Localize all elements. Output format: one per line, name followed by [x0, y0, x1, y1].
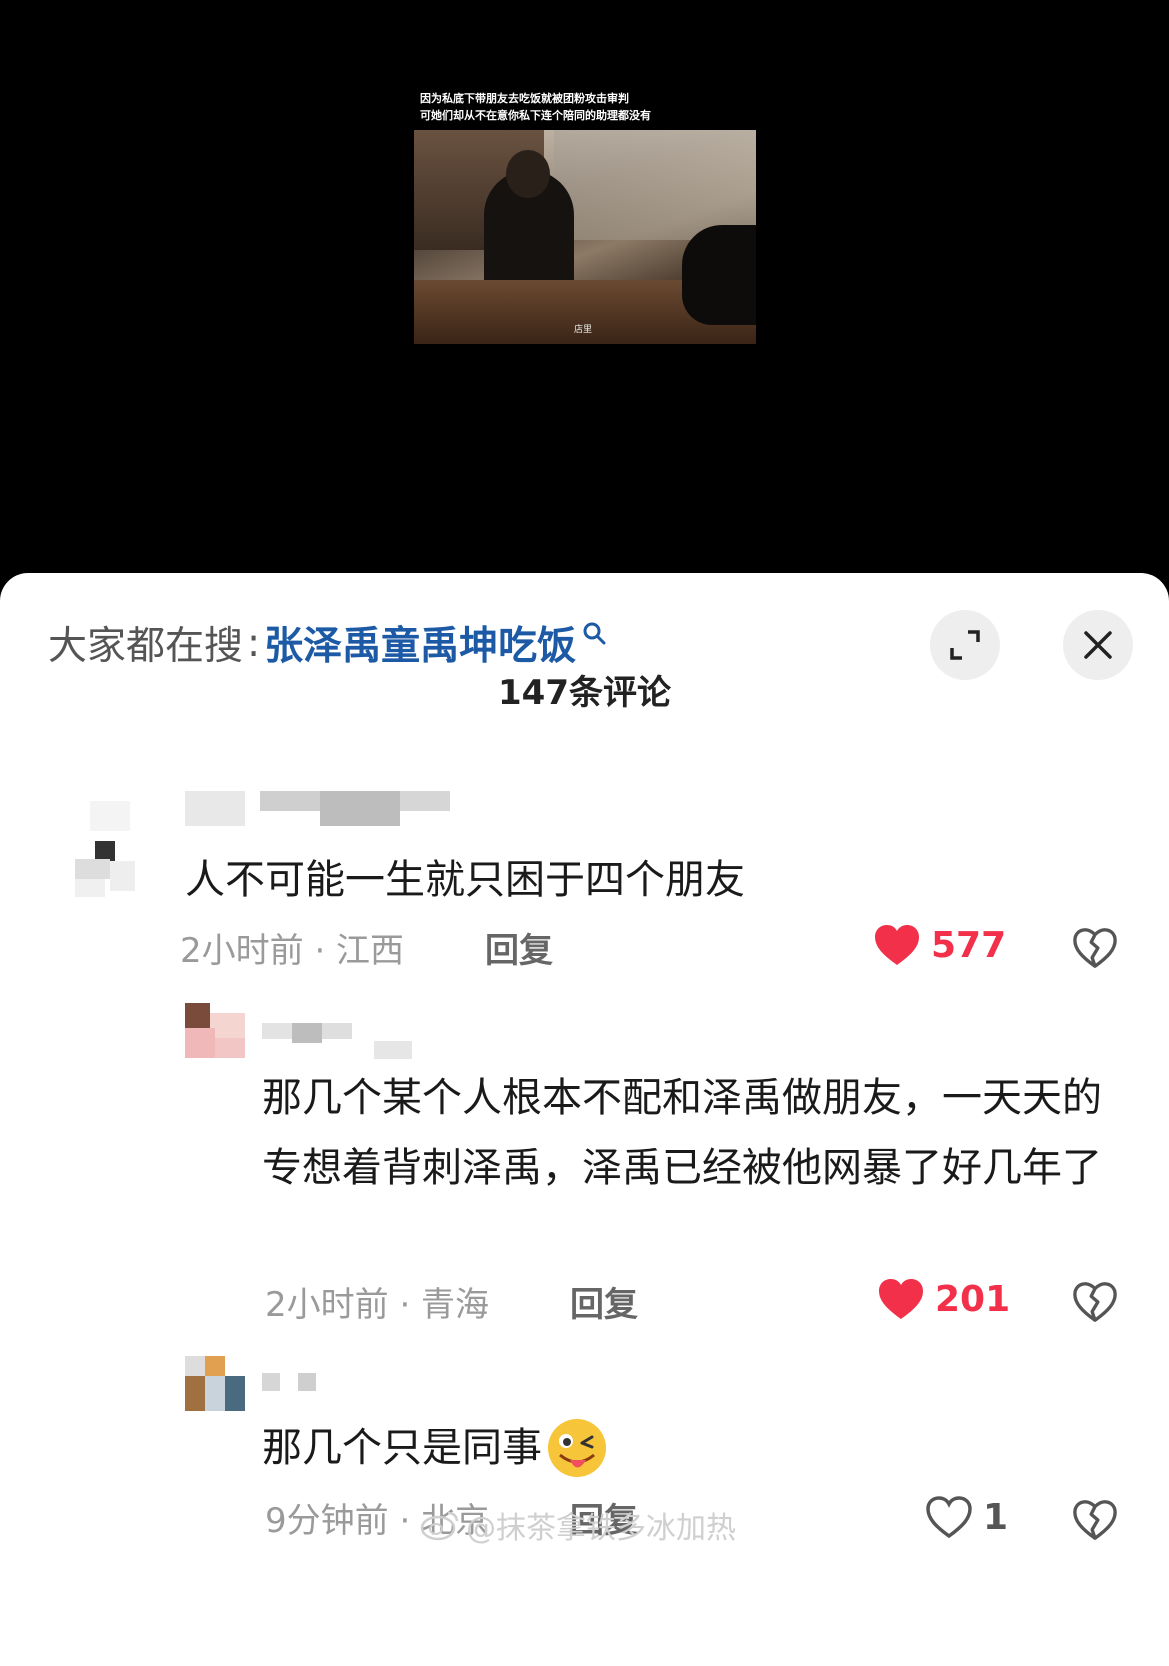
video-caption: 因为私底下带朋友去吃饭就被团粉攻击审判 可她们却从不在意你私下连个陪同的助理都没… [420, 90, 651, 124]
like-button[interactable]: 577 [873, 923, 1006, 967]
avatar-pixel [185, 1028, 215, 1058]
like-count: 1 [983, 1496, 1009, 1538]
trending-search[interactable]: 大家都在搜 : 张泽禹童禹坤吃饭 [48, 615, 606, 671]
username-pixel [298, 1373, 316, 1391]
username-redacted[interactable] [262, 1373, 322, 1413]
avatar-pixel [90, 801, 130, 831]
username-redacted[interactable] [185, 791, 450, 831]
trending-search-colon: : [247, 620, 261, 666]
avatar-pixel [95, 841, 115, 861]
comment-sheet: 大家都在搜 : 张泽禹童禹坤吃饭 147条评论 人不可能一生就只困于四个朋友 2… [0, 573, 1169, 1666]
avatar-pixel [185, 1356, 205, 1376]
avatar-pixel [205, 1356, 225, 1376]
comment-text: 人不可能一生就只困于四个朋友 [185, 857, 745, 903]
trending-search-prefix: 大家都在搜 [48, 624, 244, 669]
username-pixel [320, 791, 400, 826]
avatar-pixel [75, 879, 105, 897]
avatar-pixel [210, 1013, 245, 1038]
username-pixel [262, 1023, 292, 1039]
reply-button[interactable]: 回复 [570, 1277, 638, 1326]
comment-count-title: 147条评论 [498, 673, 671, 713]
dislike-broken-heart-icon[interactable] [1072, 1279, 1118, 1325]
avatar-pixel [185, 1003, 210, 1028]
like-count: 201 [935, 1278, 1011, 1320]
expand-icon [950, 630, 980, 660]
avatar-pixel [185, 1376, 205, 1411]
username-pixel [260, 791, 320, 811]
video-player[interactable]: 因为私底下带朋友去吃饭就被团粉攻击审判 可她们却从不在意你私下连个陪同的助理都没… [0, 0, 1169, 600]
video-frame: 店里 [414, 130, 756, 344]
video-caption-line-1: 因为私底下带朋友去吃饭就被团粉攻击审判 [420, 92, 629, 105]
heart-filled-icon [879, 1279, 923, 1319]
username-pixel [322, 1023, 352, 1039]
comment-meta: 2小时前 · 青海 [265, 1285, 490, 1325]
avatar[interactable] [185, 1356, 245, 1411]
trending-search-term[interactable]: 张泽禹童禹坤吃饭 [264, 615, 576, 671]
avatar[interactable] [185, 1003, 245, 1063]
like-button[interactable]: 201 [877, 1277, 1010, 1321]
video-scene-arm [682, 225, 756, 325]
avatar-pixel [205, 1376, 225, 1411]
video-scene-light [544, 130, 756, 240]
comment-text: 那几个只是同事 [262, 1413, 1102, 1483]
reply-button[interactable]: 回复 [485, 923, 553, 972]
watermark-text: @抹茶拿铁多冰加热 [466, 1511, 736, 1546]
comment-text-content: 那几个只是同事 [262, 1425, 542, 1471]
close-icon [1084, 631, 1112, 659]
username-pixel [374, 1041, 412, 1059]
video-scene-head [506, 150, 550, 198]
heart-filled-icon [875, 925, 919, 965]
avatar-pixel [110, 861, 135, 891]
avatar-pixel [225, 1376, 245, 1411]
username-pixel [292, 1023, 322, 1043]
winking-tongue-emoji-icon [548, 1419, 606, 1477]
like-count: 577 [931, 924, 1007, 966]
comment-meta: 2小时前 · 江西 [180, 931, 405, 971]
username-redacted[interactable] [262, 1023, 412, 1063]
avatar[interactable] [70, 791, 150, 901]
dislike-broken-heart-icon[interactable] [1072, 1497, 1118, 1543]
weibo-watermark: @抹茶拿铁多冰加热 [420, 1503, 736, 1547]
weibo-logo-icon [420, 1511, 459, 1541]
username-pixel [185, 791, 245, 826]
heart-outline-icon [926, 1496, 972, 1539]
dislike-broken-heart-icon[interactable] [1072, 925, 1118, 971]
video-caption-line-2: 可她们却从不在意你私下连个陪同的助理都没有 [420, 109, 651, 122]
like-button[interactable]: 1 [925, 1495, 1008, 1539]
video-subtitle: 店里 [574, 325, 593, 335]
comment-text: 那几个某个人根本不配和泽禹做朋友，一天天的专想着背刺泽禹，泽禹已经被他网暴了好几… [262, 1075, 1102, 1191]
username-pixel [262, 1373, 280, 1391]
avatar-pixel [215, 1038, 245, 1058]
username-pixel [400, 791, 450, 811]
search-icon [583, 622, 606, 645]
avatar-pixel [75, 859, 110, 879]
